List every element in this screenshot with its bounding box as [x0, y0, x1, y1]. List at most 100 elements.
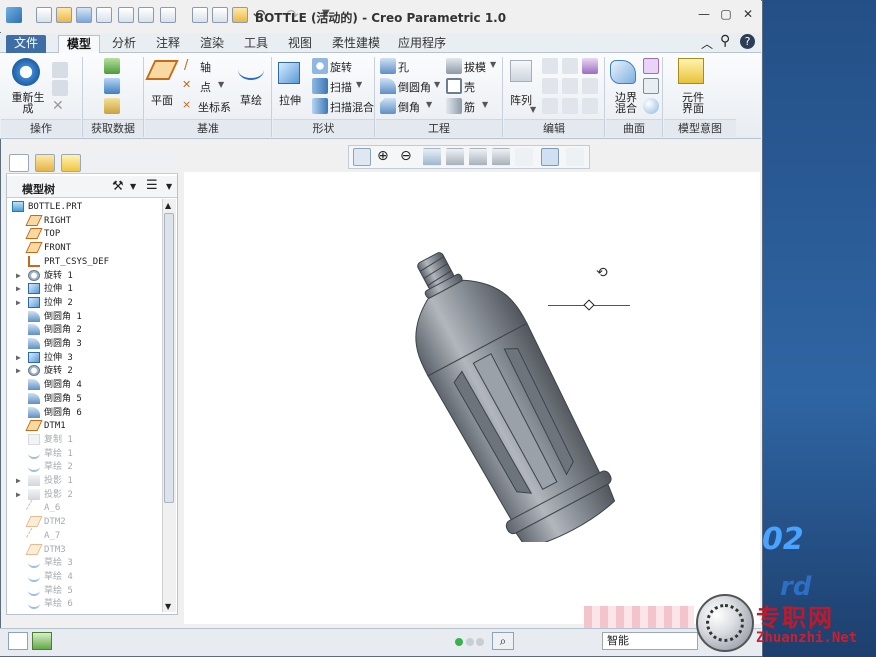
- style-icon[interactable]: [643, 78, 659, 94]
- tree-filter-dropdown-icon[interactable]: ▼: [166, 182, 172, 191]
- browser-toggle-icon[interactable]: [32, 632, 52, 650]
- expand-arrow-icon[interactable]: ▶: [16, 269, 24, 283]
- selection-filter[interactable]: 智能: [602, 632, 698, 650]
- csys-icon[interactable]: ⨯: [182, 98, 191, 111]
- component-interface-icon[interactable]: [678, 58, 704, 84]
- revolve-icon[interactable]: [312, 58, 328, 74]
- scroll-down-icon[interactable]: ▼: [165, 602, 171, 611]
- round-dropdown-icon[interactable]: ▼: [434, 80, 440, 89]
- group-get-data[interactable]: 获取数据: [83, 119, 143, 137]
- model-tree-scroll-thumb[interactable]: [164, 213, 174, 503]
- csys-button[interactable]: 坐标系: [198, 99, 231, 115]
- group-engineering[interactable]: 工程: [376, 119, 502, 137]
- point-button[interactable]: 点: [200, 79, 211, 95]
- zoom-out-icon[interactable]: ⊖: [400, 148, 412, 164]
- tab-tools[interactable]: 工具: [236, 35, 276, 53]
- sweep-icon[interactable]: [312, 78, 328, 94]
- repaint-icon[interactable]: [423, 148, 441, 166]
- draft-dropdown-icon[interactable]: ▼: [490, 60, 496, 69]
- fill-icon[interactable]: [643, 58, 659, 74]
- plane-button[interactable]: 平面: [151, 92, 173, 108]
- search-icon[interactable]: ⚲: [720, 33, 730, 49]
- draft-icon[interactable]: [446, 58, 462, 74]
- group-surfaces[interactable]: 曲面: [606, 119, 662, 137]
- display-style-icon[interactable]: [446, 148, 464, 166]
- minimize-icon[interactable]: —: [697, 8, 711, 20]
- swept-blend-icon[interactable]: [312, 98, 328, 114]
- expand-arrow-icon[interactable]: ▶: [16, 488, 24, 502]
- tab-view[interactable]: 视图: [280, 35, 320, 53]
- extend-icon[interactable]: [542, 78, 558, 94]
- extrude-icon[interactable]: [278, 62, 300, 84]
- expand-arrow-icon[interactable]: ▶: [16, 282, 24, 296]
- solidify-icon[interactable]: [562, 98, 578, 114]
- tree-settings-icon[interactable]: ⚒: [112, 179, 124, 194]
- extrude-button[interactable]: 拉伸: [279, 92, 301, 108]
- trim-icon[interactable]: [582, 58, 598, 74]
- sketch-icon[interactable]: [238, 60, 264, 80]
- copy-icon[interactable]: [52, 62, 68, 78]
- folder-browser-tab-icon[interactable]: [35, 154, 55, 172]
- group-datum[interactable]: 基准: [145, 119, 271, 137]
- boundary-blend-button[interactable]: 边界 混合: [612, 92, 640, 114]
- datum-display-icon[interactable]: [541, 148, 559, 166]
- point-icon[interactable]: ✕: [182, 78, 191, 91]
- sweep-dropdown-icon[interactable]: ▼: [356, 80, 362, 89]
- find-icon[interactable]: ⌕: [492, 632, 514, 650]
- expand-arrow-icon[interactable]: ▶: [16, 474, 24, 488]
- tab-annotate[interactable]: 注释: [148, 35, 188, 53]
- rib-dropdown-icon[interactable]: ▼: [482, 100, 488, 109]
- rib-button[interactable]: 筋: [464, 99, 475, 115]
- group-shapes[interactable]: 形状: [273, 119, 374, 137]
- hole-button[interactable]: 孔: [398, 59, 409, 75]
- round-button[interactable]: 倒圆角: [398, 79, 431, 95]
- shell-icon[interactable]: [446, 78, 462, 94]
- delete-icon[interactable]: ✕: [52, 98, 64, 114]
- tab-flexible-modeling[interactable]: 柔性建模: [324, 35, 388, 53]
- tab-render[interactable]: 渲染: [192, 35, 232, 53]
- tab-applications[interactable]: 应用程序: [390, 35, 454, 53]
- boundary-blend-icon[interactable]: [610, 60, 636, 84]
- mirror-icon[interactable]: [542, 58, 558, 74]
- chamfer-button[interactable]: 倒角: [398, 99, 420, 115]
- pattern-icon[interactable]: [510, 60, 532, 82]
- shell-button[interactable]: 壳: [464, 79, 475, 95]
- toggle-navigator-icon[interactable]: [8, 632, 28, 650]
- merge-icon[interactable]: [562, 58, 578, 74]
- tree-filter-icon[interactable]: ☰: [146, 178, 158, 193]
- close-icon[interactable]: ✕: [741, 8, 755, 20]
- project-icon[interactable]: [582, 98, 598, 114]
- paste-icon[interactable]: [52, 80, 68, 96]
- axis-button[interactable]: 轴: [200, 59, 211, 75]
- chamfer-dropdown-icon[interactable]: ▼: [426, 100, 432, 109]
- expand-arrow-icon[interactable]: ▶: [16, 296, 24, 310]
- tree-settings-dropdown-icon[interactable]: ▼: [130, 182, 136, 191]
- maximize-icon[interactable]: ▢: [719, 8, 733, 20]
- scroll-up-icon[interactable]: ▲: [165, 201, 171, 210]
- pattern-button[interactable]: 阵列: [510, 92, 532, 108]
- point-dropdown-icon[interactable]: ▼: [218, 80, 224, 89]
- rib-icon[interactable]: [446, 98, 462, 114]
- annotation-display-icon[interactable]: [566, 148, 584, 166]
- perspective-icon[interactable]: [515, 148, 533, 166]
- help-icon[interactable]: ?: [740, 34, 755, 49]
- regenerate-button[interactable]: 重新生 成: [10, 92, 46, 114]
- tab-model[interactable]: 模型: [58, 35, 101, 53]
- regenerate-icon[interactable]: [12, 58, 40, 86]
- offset-icon[interactable]: [562, 78, 578, 94]
- favorites-tab-icon[interactable]: [61, 154, 81, 172]
- refit-icon[interactable]: [353, 148, 371, 166]
- expand-arrow-icon[interactable]: ▶: [16, 364, 24, 378]
- group-operations[interactable]: 操作: [1, 119, 81, 137]
- model-tree-tab-icon[interactable]: [9, 154, 29, 172]
- draft-button[interactable]: 拔模: [464, 59, 486, 75]
- axis-icon[interactable]: /: [184, 58, 188, 73]
- sketch-button[interactable]: 草绘: [240, 92, 262, 108]
- component-interface-button[interactable]: 元件 界面: [680, 92, 706, 114]
- expand-arrow-icon[interactable]: ▶: [16, 351, 24, 365]
- tab-analysis[interactable]: 分析: [104, 35, 144, 53]
- view-manager-icon[interactable]: [492, 148, 510, 166]
- tab-file[interactable]: 文件: [6, 35, 47, 53]
- sweep-button[interactable]: 扫描: [330, 79, 352, 95]
- user-defined-feature-icon[interactable]: [104, 98, 120, 114]
